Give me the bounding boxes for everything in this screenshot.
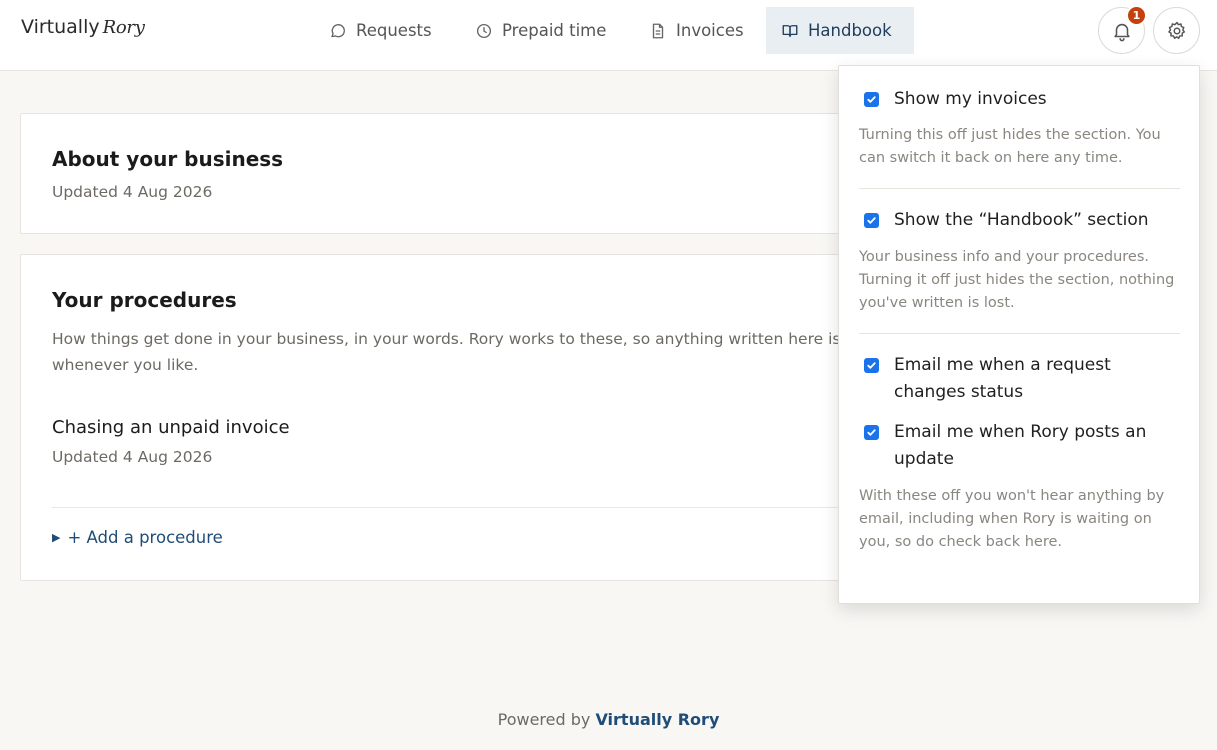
- nav-invoices-label: Invoices: [676, 21, 744, 40]
- logo[interactable]: Virtually Rory: [21, 16, 145, 50]
- nav-prepaid-time[interactable]: Prepaid time: [460, 7, 621, 54]
- popover-divider: [859, 188, 1180, 189]
- show-invoices-label: Show my invoices: [894, 89, 1047, 109]
- option-email-status[interactable]: Email me when a request changes status: [864, 355, 1184, 406]
- nav-invoices[interactable]: Invoices: [634, 7, 759, 54]
- gear-icon: [1167, 21, 1185, 39]
- clock-icon: [476, 23, 492, 38]
- show-handbook-hint: Your business info and your procedures. …: [859, 249, 1175, 311]
- email-update-label: Email me when Rory posts an update: [894, 422, 1147, 469]
- document-icon: [652, 23, 664, 38]
- procedures-divider: [52, 507, 919, 508]
- show-handbook-checkbox[interactable]: [864, 213, 879, 228]
- checkmark-icon: [867, 362, 876, 369]
- footer: Powered by Virtually Rory: [0, 710, 1217, 729]
- option-show-handbook[interactable]: Show the “Handbook” section: [864, 210, 1184, 234]
- about-business-card: About your business Updated 4 Aug 2026: [20, 113, 920, 234]
- disclosure-triangle-icon: ▶: [52, 531, 61, 544]
- option-show-invoices[interactable]: Show my invoices: [864, 89, 1184, 113]
- checkmark-icon: [867, 217, 876, 224]
- email-update-checkbox[interactable]: [864, 425, 879, 440]
- chat-bubble-icon: [331, 23, 345, 37]
- footer-prefix: Powered by: [497, 710, 596, 729]
- procedures-title: Your procedures: [52, 288, 237, 312]
- footer-brand-link[interactable]: Virtually Rory: [595, 710, 719, 729]
- settings-popover: Show my invoices Turning this off just h…: [838, 65, 1200, 604]
- add-procedure-link[interactable]: ▶ + Add a procedure: [52, 528, 223, 547]
- show-invoices-checkbox[interactable]: [864, 92, 879, 107]
- notification-badge: 1: [1126, 5, 1147, 26]
- checkmark-icon: [867, 96, 876, 103]
- email-status-checkbox[interactable]: [864, 358, 879, 373]
- procedures-description: How things get done in your business, in…: [52, 330, 920, 374]
- show-handbook-label: Show the “Handbook” section: [894, 210, 1149, 230]
- procedure-item-title[interactable]: Chasing an unpaid invoice: [52, 417, 290, 438]
- popover-divider: [859, 333, 1180, 334]
- nav-prepaid-label: Prepaid time: [502, 21, 607, 40]
- open-book-icon: [782, 24, 798, 37]
- procedure-item-updated: Updated 4 Aug 2026: [52, 448, 213, 466]
- add-procedure-label: + Add a procedure: [67, 528, 223, 547]
- email-hint: With these off you won't hear anything b…: [859, 488, 1165, 550]
- nav-requests-label: Requests: [356, 21, 432, 40]
- email-status-label: Email me when a request changes status: [894, 355, 1111, 402]
- checkmark-icon: [867, 429, 876, 436]
- top-header: Virtually Rory Requests Prepaid time Inv…: [0, 0, 1217, 71]
- settings-button[interactable]: [1153, 7, 1200, 54]
- show-invoices-hint: Turning this off just hides the section.…: [859, 127, 1161, 166]
- procedures-card: Your procedures How things get done in y…: [20, 254, 920, 581]
- nav-handbook[interactable]: Handbook: [766, 7, 914, 54]
- nav-requests[interactable]: Requests: [314, 7, 447, 54]
- nav-handbook-label: Handbook: [808, 21, 892, 40]
- about-title[interactable]: About your business: [52, 147, 283, 171]
- option-email-update[interactable]: Email me when Rory posts an update: [864, 422, 1184, 473]
- about-updated: Updated 4 Aug 2026: [52, 183, 213, 201]
- logo-text-primary: Virtually: [21, 16, 100, 38]
- logo-text-script: Rory: [102, 17, 145, 38]
- notifications-button[interactable]: 1: [1098, 5, 1147, 54]
